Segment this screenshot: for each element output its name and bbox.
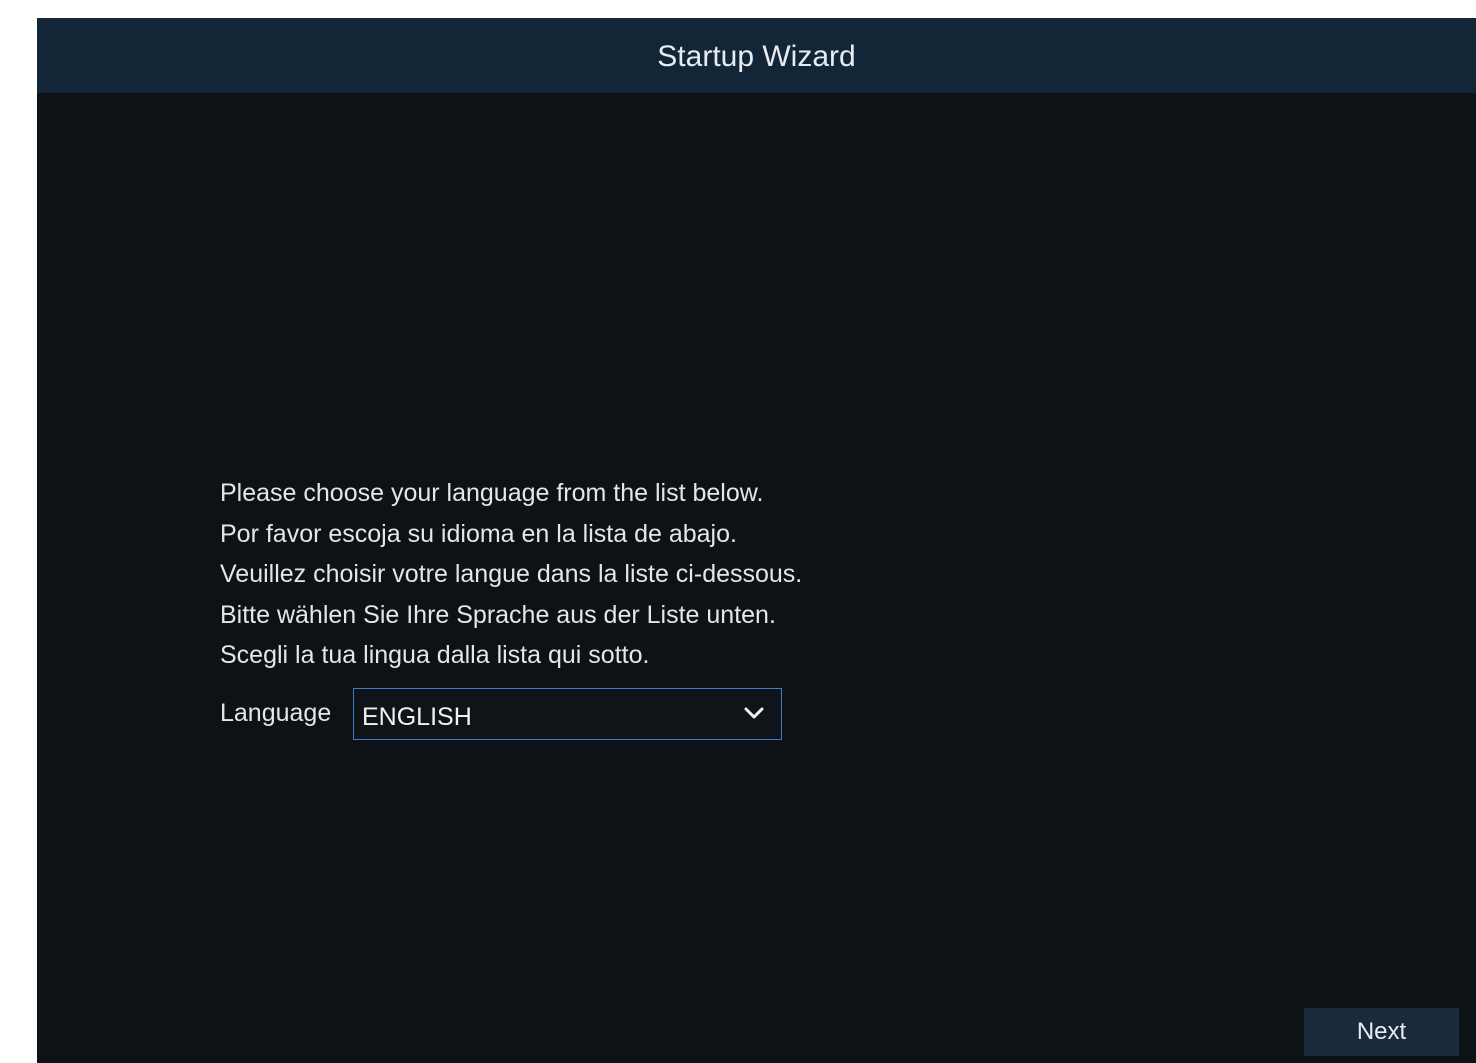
instruction-italian: Scegli la tua lingua dalla lista qui sot…	[220, 641, 650, 669]
window-titlebar: Startup Wizard	[37, 18, 1476, 93]
instruction-french: Veuillez choisir votre langue dans la li…	[220, 560, 803, 588]
chevron-down-icon	[744, 707, 764, 719]
instruction-english: Please choose your language from the lis…	[220, 479, 764, 507]
window-title: Startup Wizard	[657, 39, 856, 73]
instruction-german: Bitte wählen Sie Ihre Sprache aus der Li…	[220, 600, 776, 629]
language-selected-value: ENGLISH	[362, 703, 472, 731]
startup-wizard-window: Startup Wizard Please choose your langua…	[37, 18, 1476, 1063]
next-button-label: Next	[1356, 1018, 1407, 1045]
next-button[interactable]: Next	[1304, 1008, 1459, 1056]
language-instructions: Please choose your language from the lis…	[220, 473, 802, 676]
language-select[interactable]: ENGLISH	[353, 688, 782, 740]
instruction-spanish: Por favor escoja su idioma en la lista d…	[220, 519, 737, 548]
language-label: Language	[220, 699, 332, 727]
